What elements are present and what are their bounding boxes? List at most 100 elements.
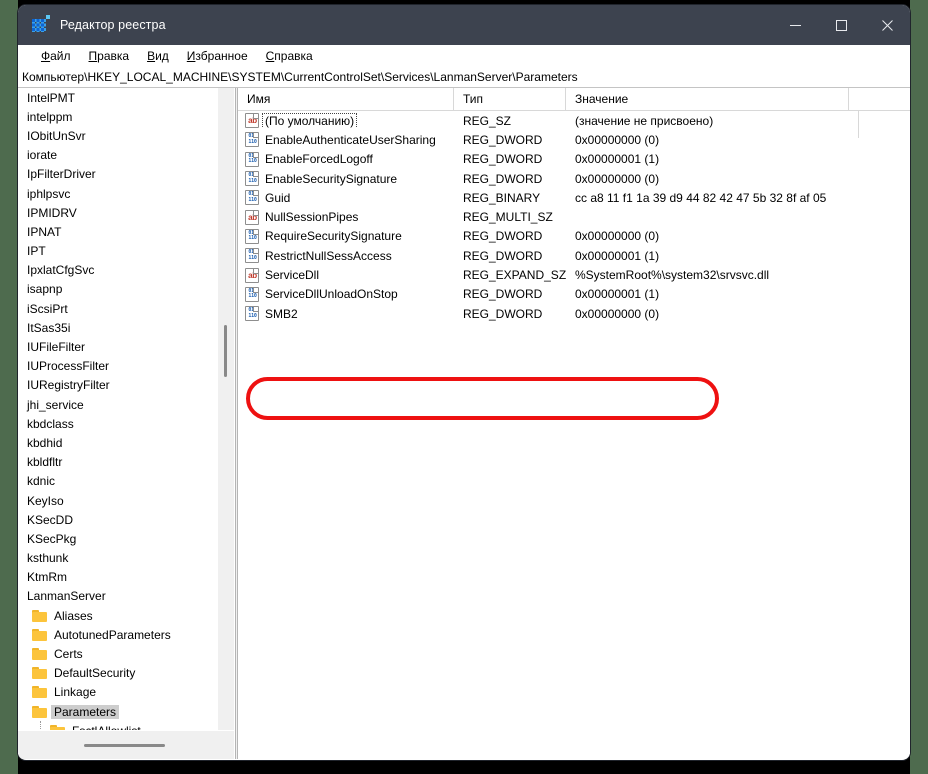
table-row[interactable]: 011 110 RestrictNullSessAccess REG_DWORD 0x0… [238,246,910,265]
tree-item-iorate[interactable]: iorate [18,146,218,165]
tree-item-keyiso[interactable]: KeyIso [18,491,218,510]
tree-item-ktmrm[interactable]: KtmRm [18,568,218,587]
value-name-text: ServiceDll [265,268,320,283]
table-row[interactable]: 011 110 EnableForcedLogoff REG_DWORD 0x00000… [238,150,910,169]
tree-item-iscsiprt[interactable]: iScsiPrt [18,299,218,318]
value-name-text: ServiceDllUnloadOnStop [265,287,398,302]
tree-item-ksecdd[interactable]: KSecDD [18,510,218,529]
tree-item-linkage[interactable]: Linkage [18,683,218,702]
tree-item-iufilefilter[interactable]: IUFileFilter [18,337,218,356]
tree-item-iuregistryfilter[interactable]: IURegistryFilter [18,376,218,395]
table-row[interactable]: 011 110 SMB2 REG_DWORD 0x00000000 (0) [238,304,910,323]
table-row[interactable]: 011 110 Guid REG_BINARY cc a8 11 f1 1a 39 d9… [238,188,910,207]
value-name-cell: 011 110 EnableForcedLogoff [238,151,454,167]
tree-item-label: kbdhid [27,435,63,450]
registry-path-text: Компьютер\HKEY_LOCAL_MACHINE\SYSTEM\Curr… [22,70,578,84]
tree-item-ipt[interactable]: IPT [18,242,218,261]
table-row[interactable]: 011 110 EnableAuthenticateUserSharing REG_D… [238,130,910,149]
tree-item-intelpmt[interactable]: IntelPMT [18,88,218,107]
value-name-text: EnableForcedLogoff [265,152,373,167]
tree-item-ipxlatcfgsvc[interactable]: IpxlatCfgSvc [18,261,218,280]
tree-item-iuprocessfilter[interactable]: IUProcessFilter [18,357,218,376]
tree-item-kbldfltr[interactable]: kbldfltr [18,453,218,472]
tree-item-jhi-service[interactable]: jhi_service [18,395,218,414]
value-type-cell: REG_EXPAND_SZ [463,268,567,283]
tree-item-iobitunsvr[interactable]: IObitUnSvr [18,126,218,145]
binary-value-icon: 011 110 [245,132,259,148]
value-type-cell: REG_SZ [463,113,512,128]
value-type-cell: REG_DWORD [463,229,543,244]
maximize-button[interactable] [818,5,864,45]
tree-item-itsas35i[interactable]: ItSas35i [18,318,218,337]
tree-horizontal-scrollbar[interactable] [18,730,234,759]
tree-item-ipnat[interactable]: IPNAT [18,222,218,241]
menu-item-help[interactable]: Справка [257,45,322,67]
tree-item-label: IpFilterDriver [27,167,96,182]
table-row[interactable]: ab NullSessionPipes REG_MULTI_SZ [238,207,910,226]
tree-item-parameters[interactable]: Parameters [18,702,218,721]
values-column-header: Имя Тип Значение [238,88,910,111]
tree-item-lanmanserver[interactable]: LanmanServer [18,587,218,606]
tree-item-iphlpsvc[interactable]: iphlpsvc [18,184,218,203]
close-button[interactable] [864,5,910,45]
tree-item-label: Linkage [54,685,97,700]
minimize-button[interactable] [772,5,818,45]
value-name-cell: ab NullSessionPipes [238,209,454,225]
column-header-value[interactable]: Значение [566,88,849,110]
values-rows[interactable]: ab (По умолчанию) REG_SZ (значение не присв… [238,111,910,323]
menu-accesskey: С [265,48,275,63]
tree-item-kdnic[interactable]: kdnic [18,472,218,491]
tree-item-kbdhid[interactable]: kbdhid [18,433,218,452]
tree-item-ipfilterdriver[interactable]: IpFilterDriver [18,165,218,184]
tree-item-autotunedparameters[interactable]: AutotunedParameters [18,625,218,644]
registry-tree-pane[interactable]: IntelPMT intelppm IObitUnSvr iorate IpFilter… [18,88,235,759]
tree-item-defaultsecurity[interactable]: DefaultSecurity [18,664,218,683]
value-type-cell: REG_DWORD [463,287,543,302]
tree-item-kbdclass[interactable]: kbdclass [18,414,218,433]
window-titlebar[interactable]: Редактор реестра [18,5,910,45]
table-row[interactable]: ab ServiceDll REG_EXPAND_SZ %SystemRoot%\sy… [238,265,910,284]
menu-item-favorites[interactable]: Избранное [178,45,257,67]
tree-item-label: kdnic [27,474,56,489]
tree-item-aliases[interactable]: Aliases [18,606,218,625]
registry-tree-list[interactable]: IntelPMT intelppm IObitUnSvr iorate IpFilter… [18,88,218,730]
value-data-cell: cc a8 11 f1 1a 39 d9 44 82 42 47 5b 32 8… [575,190,827,205]
table-row[interactable]: 011 110 RequireSecuritySignature REG_DWORD 0… [238,227,910,246]
tree-item-label: IURegistryFilter [27,378,110,393]
menu-bar: Файл Правка Вид Избранное Справка [18,45,910,67]
binary-value-icon: 011 110 [245,306,259,322]
address-bar[interactable]: Компьютер\HKEY_LOCAL_MACHINE\SYSTEM\Curr… [18,67,910,88]
menu-item-edit[interactable]: Правка [80,45,139,67]
tree-item-ksthunk[interactable]: ksthunk [18,549,218,568]
tree-item-label: ItSas35i [27,320,71,335]
binary-value-icon: 011 110 [245,286,259,302]
menu-accesskey: Ф [41,48,51,63]
tree-vertical-scrollbar[interactable] [218,88,234,730]
value-name-text: Guid [265,190,291,205]
tree-item-ksecpkg[interactable]: KSecPkg [18,529,218,548]
column-header-name[interactable]: Имя [238,88,454,110]
tree-item-certs[interactable]: Certs [18,644,218,663]
tree-horizontal-scroll-thumb[interactable] [84,744,165,747]
value-data-cell: 0x00000000 (0) [575,306,660,321]
tree-item-label: iScsiPrt [27,301,68,316]
tree-item-label: kbldfltr [27,455,63,470]
tree-item-fsctlallowlist[interactable]: FsctlAllowlist [18,720,218,730]
column-header-type[interactable]: Тип [454,88,566,110]
string-value-icon: ab [245,267,259,283]
table-row[interactable]: ab (По умолчанию) REG_SZ (значение не присв… [238,111,910,130]
tree-item-ipmidrv[interactable]: IPMIDRV [18,203,218,222]
menu-item-file[interactable]: Файл [32,45,80,67]
value-name-text: EnableSecuritySignature [265,171,398,186]
tree-item-label: AutotunedParameters [54,627,171,642]
binary-value-icon: 011 110 [245,248,259,264]
menu-item-view[interactable]: Вид [138,45,178,67]
tree-item-intelppm[interactable]: intelppm [18,107,218,126]
tree-item-isapnp[interactable]: isapnp [18,280,218,299]
folder-icon [32,667,47,680]
value-name-text: RequireSecuritySignature [265,229,402,244]
registry-values-pane[interactable]: Имя Тип Значение ab (По умолчанию) REG_SZ(… [238,88,910,759]
table-row[interactable]: 011 110 ServiceDllUnloadOnStop REG_DWORD 0x0… [238,285,910,304]
tree-vertical-scroll-thumb[interactable] [224,325,227,377]
table-row[interactable]: 011 110 EnableSecuritySignature REG_DWORD 0x… [238,169,910,188]
